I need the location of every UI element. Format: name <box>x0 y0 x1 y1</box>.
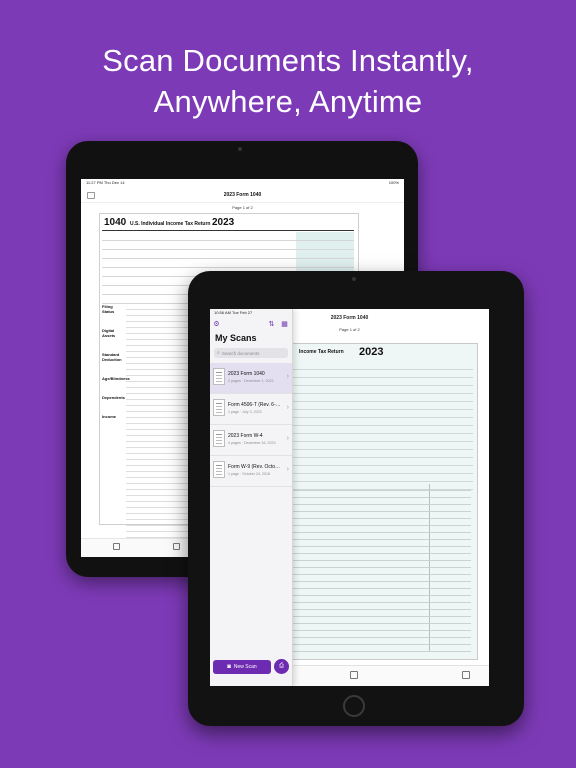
document-scanner-icon[interactable]: ⎙ <box>274 659 289 674</box>
form-income-lines <box>279 484 471 652</box>
scan-thumbnail <box>213 430 225 447</box>
form-year: 2023 <box>359 346 384 358</box>
search-input[interactable]: ⌕ Search documents <box>214 348 288 358</box>
search-placeholder: Search documents <box>221 350 260 356</box>
scan-list-item[interactable]: Form W-9 (Rev. October ... 1 page · Octo… <box>210 456 292 487</box>
chevron-right-icon: › <box>286 435 289 442</box>
form-year: 2023 <box>212 217 235 228</box>
new-scan-label: New Scan <box>233 664 257 670</box>
page-label: Page 1 of 2 <box>232 205 253 210</box>
front-camera <box>352 277 356 281</box>
status-bar: 11:27 PM Thu Dec 14 100% <box>81 179 404 188</box>
new-scan-button[interactable]: ◙ New Scan <box>213 660 271 674</box>
share-icon[interactable] <box>113 543 120 550</box>
form-section-labels: Filing Status Digital Assets Standard De… <box>102 304 130 433</box>
nav-bar: 2023 Form 1040 <box>81 188 404 203</box>
nav-title: 2023 Form 1040 <box>223 192 262 198</box>
document-page[interactable]: Income Tax Return 2023 <box>274 343 478 660</box>
scan-meta: 1 page · July 3, 2023 <box>228 410 262 414</box>
section-label: Age/Blindness <box>102 376 130 381</box>
form-title: U.S. Individual Income Tax Return <box>130 221 211 227</box>
headline-line-2: Anywhere, Anytime <box>153 84 423 119</box>
section-label: Standard Deduction <box>102 352 122 362</box>
edit-icon[interactable] <box>173 543 180 550</box>
scan-thumbnail <box>213 399 225 416</box>
text-icon[interactable] <box>462 671 470 679</box>
scan-meta: 4 pages · December 16, 2023 <box>228 441 276 445</box>
front-ipad-screen: 2023 Form 1040 Page 1 of 2 Income Tax Re… <box>210 309 489 686</box>
scan-name: Form 4506-T (Rev. 6-20... <box>228 402 282 408</box>
scan-name: Form W-9 (Rev. October ... <box>228 464 282 470</box>
sidebar-toggle-icon[interactable] <box>87 192 95 199</box>
form-field-rows <box>277 362 473 490</box>
search-icon: ⌕ <box>217 350 220 356</box>
status-battery: 100% <box>388 180 399 185</box>
sidebar-toolbar: ⚙ ⇅ ▦ <box>210 319 292 331</box>
form-title: Income Tax Return <box>299 349 344 355</box>
scan-list-item[interactable]: Form 4506-T (Rev. 6-20... 1 page · July … <box>210 394 292 425</box>
status-bar: 10:56 AM Tue Feb 27 <box>210 309 292 319</box>
home-button[interactable] <box>343 695 365 717</box>
front-camera <box>238 147 242 151</box>
scan-list: 2023 Form 1040 2 pages · December 1, 202… <box>210 363 292 487</box>
settings-icon[interactable]: ⚙ <box>213 321 220 328</box>
status-time: 10:56 AM Tue Feb 27 <box>214 310 253 315</box>
chevron-right-icon: › <box>286 404 289 411</box>
form-header: 1040 U.S. Individual Income Tax Return 2… <box>102 216 354 231</box>
grid-icon[interactable]: ▦ <box>281 321 288 328</box>
form-number: 1040 <box>104 217 127 228</box>
section-label: Income <box>102 414 117 419</box>
sort-icon[interactable]: ⇅ <box>268 321 275 328</box>
scan-meta: 2 pages · December 1, 2023 <box>228 379 274 383</box>
scan-thumbnail <box>213 368 225 385</box>
scan-list-item[interactable]: 2023 Form 1040 2 pages · December 1, 202… <box>210 363 292 394</box>
scan-meta: 1 page · October 24, 2018 <box>228 472 270 476</box>
sidebar: 10:56 AM Tue Feb 27 ⚙ ⇅ ▦ My Scans ⌕ Sea… <box>210 309 293 686</box>
section-label: Digital Assets <box>102 328 116 338</box>
headline: Scan Documents Instantly, Anywhere, Anyt… <box>0 40 576 122</box>
headline-line-1: Scan Documents Instantly, <box>102 43 474 78</box>
scan-thumbnail <box>213 461 225 478</box>
scan-name: 2023 Form 1040 <box>228 371 265 377</box>
scan-list-item[interactable]: 2023 Form W-4 4 pages · December 16, 202… <box>210 425 292 456</box>
chevron-right-icon: › <box>286 373 289 380</box>
section-label: Filing Status <box>102 304 115 314</box>
section-label: Dependents <box>102 395 125 400</box>
scan-name: 2023 Form W-4 <box>228 433 263 439</box>
edit-icon[interactable] <box>350 671 358 679</box>
camera-icon: ◙ <box>227 664 231 670</box>
chevron-right-icon: › <box>286 466 289 473</box>
sidebar-title: My Scans <box>215 333 257 343</box>
status-time: 11:27 PM Thu Dec 14 <box>86 180 125 185</box>
front-ipad: 2023 Form 1040 Page 1 of 2 Income Tax Re… <box>188 271 524 726</box>
